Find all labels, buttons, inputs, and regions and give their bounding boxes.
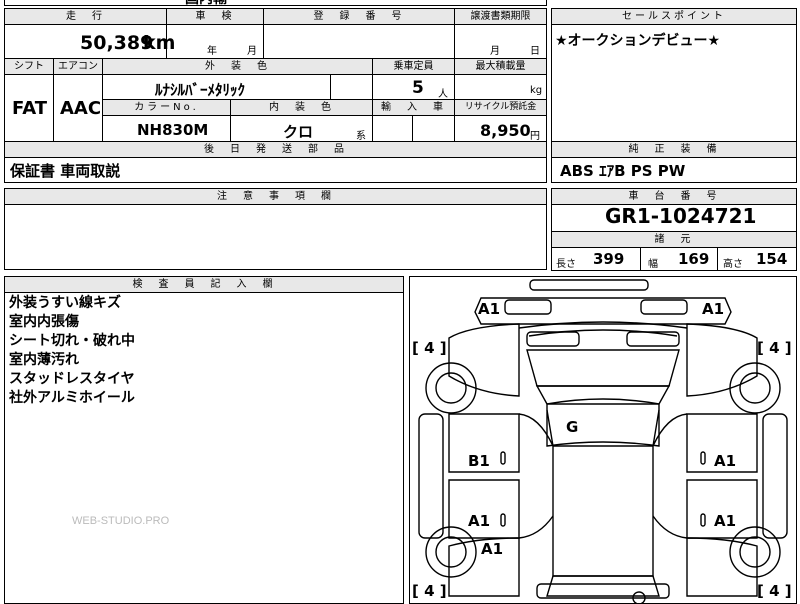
header-ext-color: 外 装 色 — [102, 58, 373, 75]
header-import: 輸 入 車 — [372, 99, 455, 116]
header-sales-point: セールスポイント — [551, 8, 797, 25]
height-label: 高さ — [723, 259, 743, 270]
diagram-left-front-door: B1 — [468, 452, 490, 470]
width-label: 幅 — [648, 259, 658, 270]
transfer-day-unit: 日 — [530, 46, 540, 57]
int-color-value: クロ — [283, 123, 314, 141]
follow-up-value: 保証書 車両取説 — [10, 162, 121, 180]
length-label: 長さ — [556, 259, 576, 270]
shift-value: FAT — [12, 98, 48, 119]
recycle-unit: 円 — [530, 131, 540, 142]
inspection-month-unit: 月 — [247, 46, 257, 57]
chassis-value: GR1-1024721 — [605, 204, 757, 228]
diagram-left-rear-door: A1 — [468, 512, 491, 530]
top-partial-row — [4, 0, 547, 6]
spec-table — [4, 8, 547, 142]
mileage-unit: km — [143, 32, 176, 54]
header-shift: シフト — [4, 58, 54, 75]
diagram-front-left: A1 — [478, 300, 501, 318]
capacity-value: 5 — [412, 78, 424, 98]
height-value: 154 — [756, 250, 788, 268]
header-reg-no: 登 録 番 号 — [263, 8, 455, 25]
sales-point-value: ★オークションデビュー★ — [555, 33, 721, 49]
header-mileage: 走 行 — [4, 8, 167, 25]
inspector-note: 社外アルミホイール — [9, 390, 135, 406]
header-int-color: 内 装 色 — [230, 99, 373, 116]
inspection-year-unit: 年 — [207, 46, 217, 57]
diagram-tire-rl: [ 4 ] — [412, 582, 447, 600]
ext-color-value: ﾙﾅｼﾙﾊﾞｰﾒﾀﾘｯｸ — [155, 81, 246, 99]
header-specs: 諸 元 — [551, 231, 797, 248]
capacity-unit: 人 — [438, 89, 448, 100]
inspector-note: シート切れ・破れ中 — [9, 333, 135, 349]
diagram-front-right: A1 — [702, 300, 725, 318]
header-equipment: 純 正 装 備 — [551, 141, 797, 158]
int-color-suffix: 系 — [356, 131, 366, 142]
header-inspector: 検 査 員 記 入 欄 — [4, 276, 404, 293]
header-inspection: 車 検 — [166, 8, 264, 25]
inspector-note: 室内内張傷 — [9, 314, 79, 330]
color-no-value: NH830M — [137, 121, 209, 139]
header-transfer: 譲渡書類期限 — [454, 8, 547, 25]
diagram-right-front-door: A1 — [714, 452, 737, 470]
header-recycle: リサイクル預託金 — [454, 99, 547, 116]
header-aircon: エアコン — [53, 58, 103, 75]
header-notes: 注 意 事 項 欄 — [4, 188, 547, 205]
diagram-roof: G — [566, 418, 579, 436]
header-capacity: 乗車定員 — [372, 58, 455, 75]
diagram-tire-fr: [ 4 ] — [757, 339, 792, 357]
transfer-month-unit: 月 — [490, 46, 500, 57]
watermark: WEB-STUDIO.PRO — [72, 515, 170, 527]
inspector-notes-list: 外装うすい線キズ 室内内張傷 シート切れ・破れ中 室内薄汚れ スタッドレスタイヤ… — [9, 294, 135, 408]
top-partial-text: 国内輸 — [185, 0, 227, 8]
recycle-fee-value: 8,950 — [480, 121, 531, 140]
inspector-note: 外装うすい線キズ — [9, 295, 121, 311]
car-diagram — [418, 279, 788, 604]
diagram-left-rear-quarter: A1 — [481, 540, 504, 558]
header-chassis: 車 台 番 号 — [551, 188, 797, 205]
inspector-note: スタッドレスタイヤ — [9, 371, 135, 387]
aircon-value: AAC — [60, 98, 102, 119]
notes-box — [4, 204, 547, 270]
diagram-tire-rr: [ 4 ] — [757, 582, 792, 600]
diagram-tire-fl: [ 4 ] — [412, 339, 447, 357]
header-color-no: カラーNo. — [102, 99, 231, 116]
header-max-load: 最大積載量 — [454, 58, 547, 75]
inspector-note: 室内薄汚れ — [9, 352, 79, 368]
diagram-right-rear-door: A1 — [714, 512, 737, 530]
equipment-value: ABS ｴｱB PS PW — [560, 162, 686, 180]
length-value: 399 — [593, 250, 625, 268]
load-unit: kg — [530, 85, 543, 96]
width-value: 169 — [678, 250, 710, 268]
header-follow-up: 後 日 発 送 部 品 — [4, 141, 547, 158]
